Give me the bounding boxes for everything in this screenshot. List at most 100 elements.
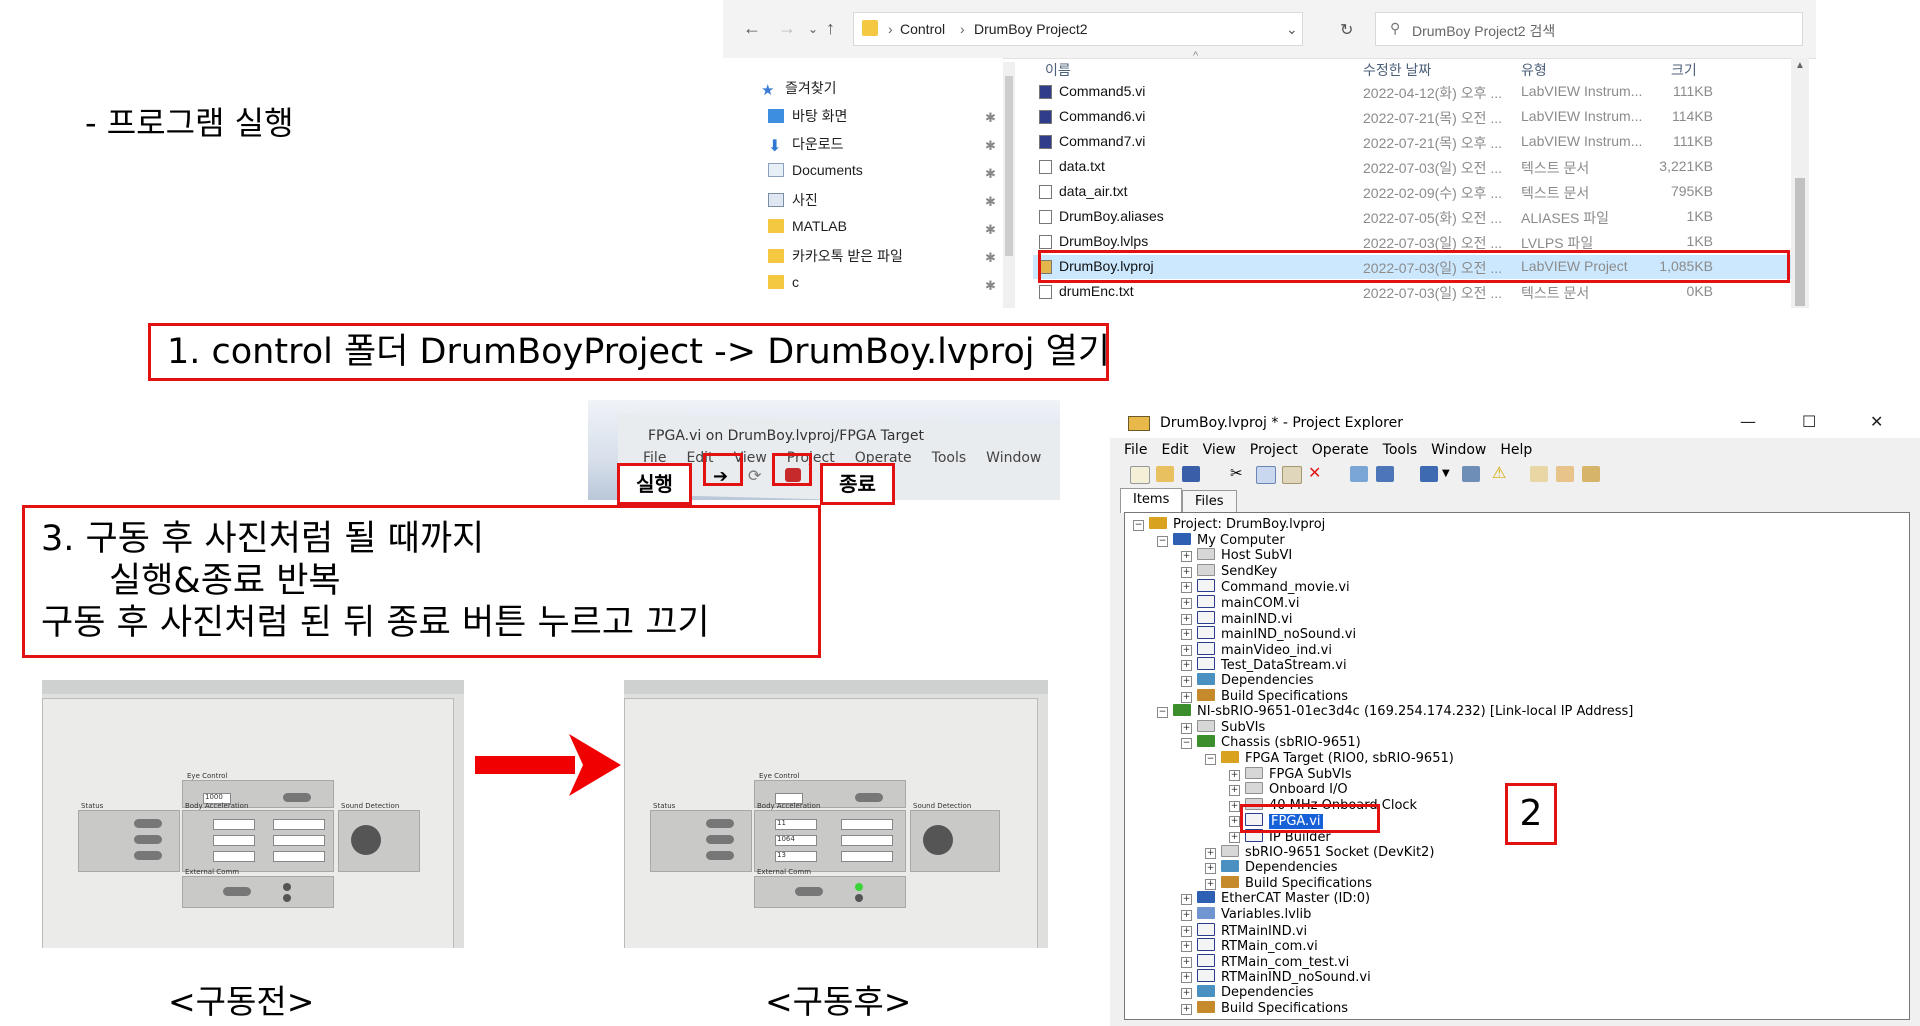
save-all-icon[interactable] xyxy=(1182,466,1200,482)
pin-icon[interactable]: ✱ xyxy=(985,250,996,266)
tree-item[interactable]: Test_DataStream.vi xyxy=(1197,657,1347,673)
expand-toggle-icon[interactable]: − xyxy=(1157,535,1168,547)
file-row[interactable]: DrumBoy.aliases 2022-07-05(화) 오전 ... ALIAS… xyxy=(1033,205,1793,229)
tree-item[interactable]: SubVIs xyxy=(1197,719,1265,735)
tree-item[interactable]: Dependencies xyxy=(1221,860,1338,875)
file-row[interactable]: Command7.vi 2022-07-21(목) 오후 ... LabVIEW I… xyxy=(1033,130,1793,154)
column-header-size[interactable]: 크기 xyxy=(1671,60,1697,80)
tree-item[interactable]: Project: DrumBoy.lvproj xyxy=(1149,517,1325,532)
nav-item-downloads[interactable]: ⬇ 다운로드 xyxy=(768,134,844,158)
scroll-up-icon[interactable]: ▲ xyxy=(1795,60,1805,71)
expand-toggle-icon[interactable]: + xyxy=(1181,582,1192,594)
expand-toggle-icon[interactable]: + xyxy=(1205,878,1216,890)
expand-toggle-icon[interactable]: + xyxy=(1181,894,1192,906)
column-header-date[interactable]: 수정한 날짜 xyxy=(1363,60,1431,80)
expand-toggle-icon[interactable]: + xyxy=(1181,644,1192,656)
tree-item[interactable]: NI-sbRIO-9651-01ec3d4c (169.254.174.232)… xyxy=(1173,704,1633,719)
expand-toggle-icon[interactable]: + xyxy=(1181,660,1192,672)
pin-icon[interactable]: ✱ xyxy=(985,222,996,238)
cut-icon[interactable]: ✂ xyxy=(1230,464,1248,482)
tree-item[interactable]: Chassis (sbRIO-9651) xyxy=(1197,735,1361,750)
expand-toggle-icon[interactable]: + xyxy=(1229,816,1240,828)
tree-item[interactable]: FPGA Target (RIO0, sbRIO-9651) xyxy=(1221,751,1454,766)
expand-toggle-icon[interactable]: + xyxy=(1181,910,1192,921)
expand-toggle-icon[interactable]: + xyxy=(1181,972,1192,984)
nav-item-documents[interactable]: Documents xyxy=(768,162,863,186)
tree-item[interactable]: mainCOM.vi xyxy=(1197,595,1299,611)
menu-item-tools[interactable]: Tools xyxy=(1383,442,1418,458)
file-row[interactable]: drumEnc.txt 2022-07-03(일) 오전 ... 텍스트 문서 0KB xyxy=(1033,280,1793,304)
expand-toggle-icon[interactable]: + xyxy=(1181,566,1192,578)
forward-arrow-icon[interactable]: → xyxy=(778,18,796,39)
minimize-icon[interactable]: — xyxy=(1740,412,1756,431)
tree-item[interactable]: EtherCAT Master (ID:0) xyxy=(1197,891,1370,906)
tree-item[interactable]: Build Specifications xyxy=(1197,688,1348,704)
up-arrow-icon[interactable]: ↑ xyxy=(826,18,835,39)
tree-item[interactable]: mainIND_noSound.vi xyxy=(1197,626,1356,642)
expand-toggle-icon[interactable]: + xyxy=(1181,598,1192,609)
expand-toggle-icon[interactable]: + xyxy=(1229,785,1240,797)
expand-toggle-icon[interactable]: + xyxy=(1205,863,1216,875)
scroll-thumb[interactable] xyxy=(1005,76,1013,256)
menu-item-window[interactable]: Window xyxy=(1431,442,1486,458)
expand-toggle-icon[interactable]: + xyxy=(1181,988,1192,999)
tree-item[interactable]: Build Specifications xyxy=(1197,1000,1348,1016)
nav-item-pictures[interactable]: 사진 xyxy=(768,190,818,214)
expand-toggle-icon[interactable]: + xyxy=(1181,551,1192,563)
expand-toggle-icon[interactable]: + xyxy=(1181,691,1192,703)
nav-item-desktop[interactable]: 바탕 화면 xyxy=(768,106,847,130)
close-icon[interactable]: ✕ xyxy=(1870,412,1883,431)
chevron-down-icon[interactable]: ⌄ xyxy=(1286,21,1298,38)
nav-item-c[interactable]: c xyxy=(768,274,799,298)
collapse-icon[interactable] xyxy=(1376,466,1394,482)
expand-toggle-icon[interactable]: − xyxy=(1181,738,1192,750)
file-row[interactable]: Command5.vi 2022-04-12(화) 오후 ... LabVIEW I… xyxy=(1033,80,1793,104)
run-continuously-icon[interactable]: ⟳ xyxy=(748,466,761,485)
expand-toggle-icon[interactable]: + xyxy=(1181,956,1192,968)
refresh-icon[interactable]: ↻ xyxy=(1340,20,1353,40)
file-row[interactable]: Command6.vi 2022-07-21(목) 오전 ... LabVIEW I… xyxy=(1033,105,1793,129)
menu-item-view[interactable]: View xyxy=(1203,442,1236,458)
tree-item[interactable]: Dependencies xyxy=(1197,673,1314,688)
warning-icon[interactable]: ⚠ xyxy=(1492,463,1510,482)
chevron-down-icon[interactable]: ▼ xyxy=(1442,468,1460,484)
expand-toggle-icon[interactable]: + xyxy=(1181,629,1192,641)
copy-icon[interactable] xyxy=(1256,466,1276,484)
menu-item-help[interactable]: Help xyxy=(1500,442,1532,458)
pin-icon[interactable]: ✱ xyxy=(985,166,996,182)
expand-toggle-icon[interactable]: + xyxy=(1205,847,1216,859)
clean-icon[interactable] xyxy=(1582,466,1600,482)
tree-item[interactable]: Host SubVI xyxy=(1197,548,1292,563)
pin-icon[interactable]: ✱ xyxy=(985,194,996,210)
tree-item[interactable]: SendKey xyxy=(1197,563,1277,579)
paste-icon[interactable] xyxy=(1282,466,1302,484)
expand-toggle-icon[interactable]: − xyxy=(1205,754,1216,765)
file-list-scrollbar[interactable]: ▲ xyxy=(1791,58,1809,308)
search-input[interactable]: ⚲ DrumBoy Project2 검색 xyxy=(1375,12,1803,46)
deploy-icon[interactable] xyxy=(1462,466,1480,482)
expand-toggle-icon[interactable]: + xyxy=(1181,941,1192,953)
menu-item-file[interactable]: File xyxy=(1124,442,1147,458)
file-row[interactable]: data.txt 2022-07-03(일) 오전 ... 텍스트 문서 3,221K… xyxy=(1033,155,1793,179)
tree-item[interactable]: mainIND.vi xyxy=(1197,610,1293,627)
tab-files[interactable]: Files xyxy=(1182,490,1237,513)
expand-toggle-icon[interactable]: + xyxy=(1229,832,1240,843)
view-icon[interactable] xyxy=(1420,466,1438,482)
column-header-type[interactable]: 유형 xyxy=(1521,60,1547,80)
expand-toggle-icon[interactable]: + xyxy=(1229,769,1240,781)
path-segment[interactable]: DrumBoy Project2 xyxy=(974,21,1088,37)
expand-toggle-icon[interactable]: + xyxy=(1229,800,1240,812)
scroll-thumb[interactable] xyxy=(1795,178,1805,306)
nav-scrollbar[interactable] xyxy=(1003,62,1015,308)
tree-item[interactable]: mainVideo_ind.vi xyxy=(1197,641,1332,658)
maximize-icon[interactable]: ☐ xyxy=(1802,412,1816,431)
pin-icon[interactable]: ✱ xyxy=(985,278,996,294)
menu-item-project[interactable]: Project xyxy=(1250,442,1298,458)
expand-toggle-icon[interactable]: + xyxy=(1181,613,1192,625)
open-icon[interactable] xyxy=(1156,466,1174,482)
back-arrow-icon[interactable]: ← xyxy=(743,18,761,39)
build-icon[interactable] xyxy=(1530,466,1548,482)
tab-items[interactable]: Items xyxy=(1120,488,1183,513)
nav-item-matlab[interactable]: MATLAB xyxy=(768,218,847,242)
nav-item-kakaotalk[interactable]: 카카오톡 받은 파일 xyxy=(768,246,903,270)
